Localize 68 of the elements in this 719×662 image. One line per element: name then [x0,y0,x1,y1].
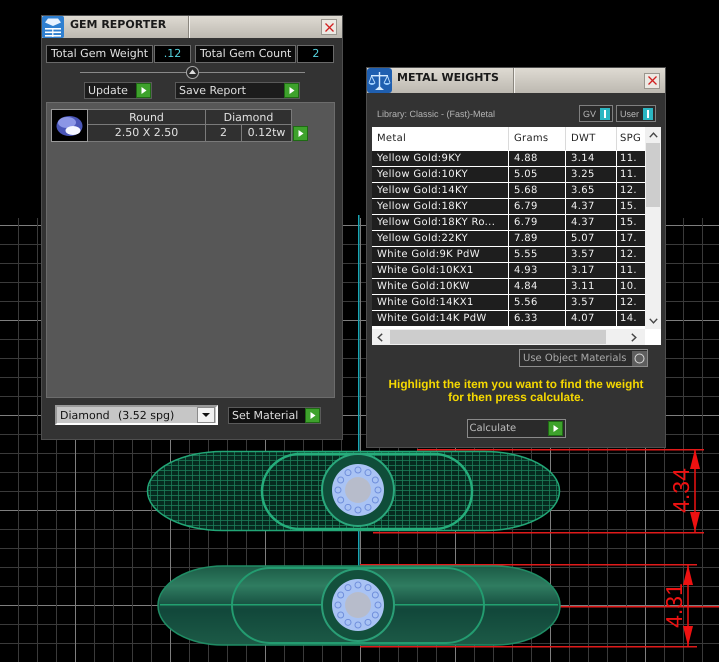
table-cell-text: 15. [619,216,638,230]
table-cell-text: 12. [619,248,638,262]
gem-list-icon [42,16,64,38]
scrollbar-thumb[interactable] [390,330,606,344]
table-cell: White Gold:14K PdW [372,311,509,326]
column-header: SPG [619,132,642,146]
table-row[interactable]: Yellow Gold:10KY 5.05 3.25 11. [372,166,645,182]
play-icon [284,83,299,98]
table-cell-text: 14. [619,312,638,326]
total-value: 2 [297,45,334,63]
table-cell: 4.07 [566,311,617,326]
table-cell-text: 11. [619,152,638,166]
library-label: Library: Classic - (Fast)-Metal [377,108,496,118]
play-icon [136,83,151,98]
total-label: Total Gem Count [195,45,296,63]
set-material-button[interactable]: Set Material [228,406,321,424]
table-cell-text: 10. [619,280,638,294]
play-icon [548,421,562,436]
gem-icon [51,109,88,142]
table-row[interactable]: Yellow Gold:18KY Ro... 6.79 4.37 15. [372,214,645,230]
table-cell-text: 11. [619,264,638,278]
close-icon [648,76,656,85]
material-dropdown[interactable]: Diamond (3.52 spg) [55,405,218,425]
window-title: GEM REPORTER [70,17,166,31]
table-row[interactable]: White Gold:14K PdW 6.33 4.07 14. [372,310,645,326]
calculate-button[interactable]: Calculate [466,419,566,438]
close-button[interactable] [321,19,337,35]
scrollbar-thumb[interactable] [646,143,660,207]
toolbar-button[interactable]: Save Report [175,82,300,99]
table-row[interactable]: Yellow Gold:18KY 6.79 4.37 15. [372,198,645,214]
scales-icon [367,68,392,93]
table-row[interactable]: Yellow Gold:14KY 5.68 3.65 12. [372,182,645,198]
chevron-right-icon[interactable] [631,332,637,342]
table-cell-text: 15. [619,200,638,214]
table-row[interactable]: White Gold:9K PdW 5.55 3.57 12. [372,246,645,262]
collapse-handle-icon[interactable] [186,66,199,79]
play-icon[interactable] [293,126,308,141]
table-row[interactable]: White Gold:10KX1 4.93 3.17 11. [372,262,645,278]
table-row[interactable]: White Gold:14KX1 5.56 3.57 12. [372,294,645,310]
table-cell: Diamond [206,109,292,125]
play-icon [305,408,320,422]
close-icon [324,22,334,32]
toggle-switch[interactable]: GV [578,105,613,122]
table-cell: 0.12tw [242,125,292,142]
table-row[interactable]: White Gold:10KW 4.84 3.11 10. [372,278,645,294]
chevron-up-icon[interactable] [648,132,658,138]
dimension-label: 4.34 [668,468,694,513]
toggle-switch[interactable]: User [616,105,656,122]
close-button[interactable] [644,72,660,88]
table-row[interactable]: Yellow Gold:9KY 4.88 3.14 11. [372,150,645,166]
table-cell-text: 17. [619,232,638,246]
chevron-left-icon[interactable] [377,332,383,342]
chevron-down-icon[interactable] [648,318,658,324]
table-cell: Round [88,109,206,125]
table-cell-text: 12. [619,296,638,310]
use-object-materials-toggle[interactable]: Use Object Materials [519,349,648,367]
toolbar-button[interactable]: Update [84,82,152,99]
table-cell: 2 [206,125,242,142]
total-value: .12 [154,45,192,63]
table-row[interactable]: Yellow Gold:22KY 7.89 5.07 17. [372,230,645,246]
instruction-text: Highlight the item you want to find the weight for then press calculate. [388,378,644,404]
table-cell-text: 11. [619,168,638,182]
table-cell: 6.33 [509,311,566,326]
table-cell: 2.50 X 2.50 [88,125,206,142]
table-cell-text: 12. [619,184,638,198]
window-title: METAL WEIGHTS [397,70,499,84]
total-label: Total Gem Weight [46,45,154,63]
dimension-label: 4.31 [661,583,687,628]
